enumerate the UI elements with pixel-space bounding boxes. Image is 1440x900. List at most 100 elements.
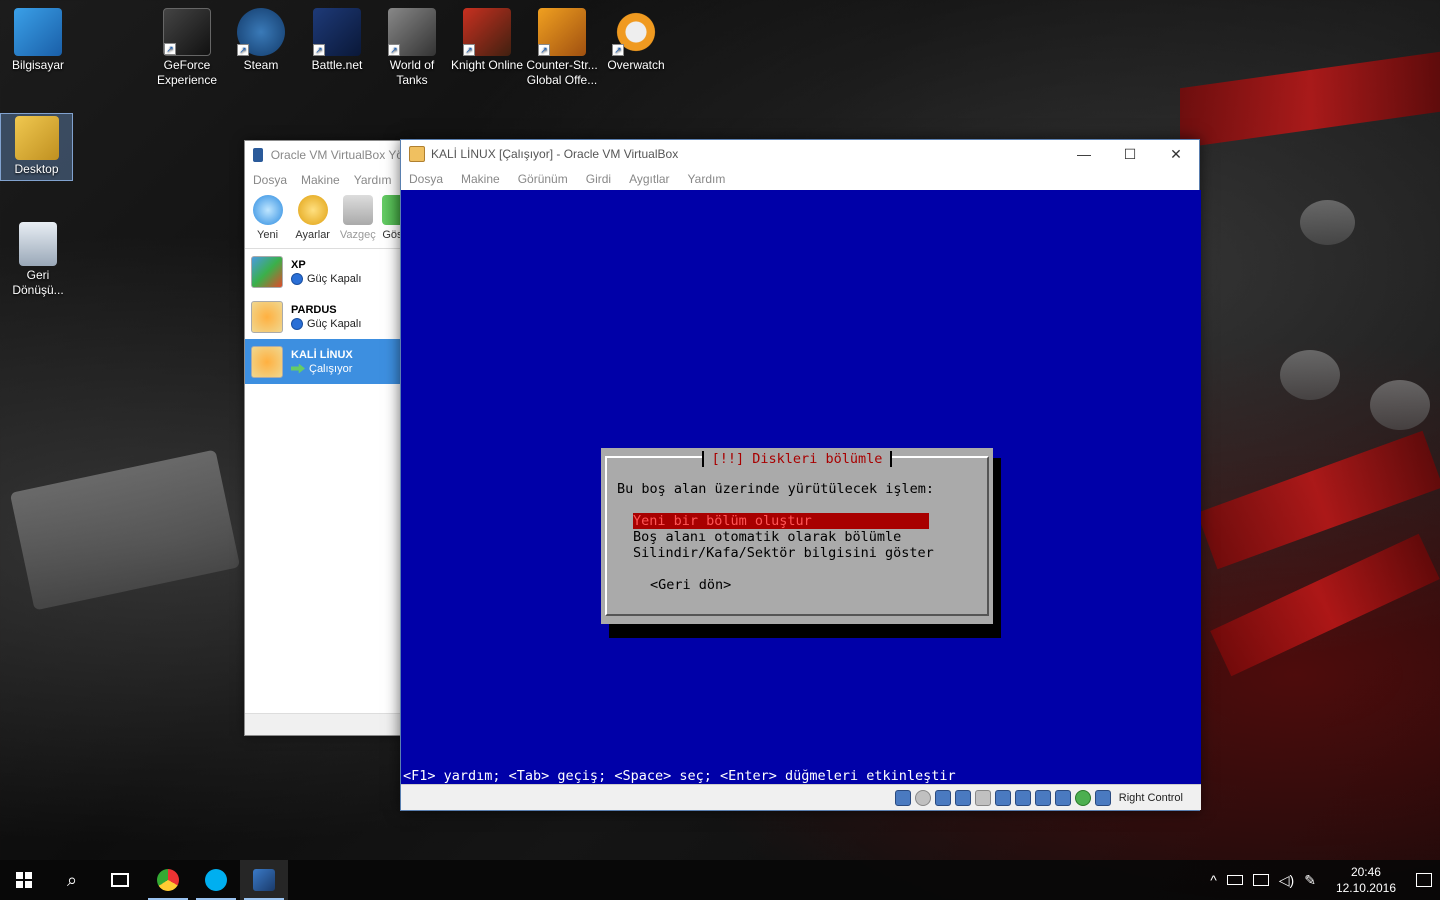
desktop-icon-label: Steam <box>243 58 279 72</box>
taskbar-chrome[interactable] <box>144 860 192 900</box>
menu-aygitlar[interactable]: Aygıtlar <box>629 172 669 186</box>
windows-logo-icon <box>16 872 32 888</box>
option-auto-partition[interactable]: Boş alanı otomatik olarak bölümle <box>633 529 929 545</box>
desktop-icon-label: GeForce Experience <box>156 58 218 87</box>
keyboard-capture-icon[interactable] <box>1094 789 1111 806</box>
desktop-icon-label: Bilgisayar <box>11 58 65 72</box>
hard-disk-icon[interactable] <box>894 789 911 806</box>
menu-girdi[interactable]: Girdi <box>586 172 611 186</box>
menu-makine[interactable]: Makine <box>461 172 500 186</box>
wallpaper-capacitor <box>1280 350 1340 400</box>
taskbar-skype[interactable] <box>192 860 240 900</box>
battlenet-icon: ↗ <box>313 8 361 56</box>
desktop-icon-desktop-folder[interactable]: Desktop <box>0 113 73 181</box>
volume-icon[interactable]: ◁) <box>1279 872 1294 889</box>
show-arrow-icon <box>382 195 402 225</box>
vm-state: Çalışıyor <box>309 362 353 375</box>
optical-drive-icon[interactable] <box>914 789 931 806</box>
desktop-icon-label: Overwatch <box>607 58 665 72</box>
start-button[interactable] <box>0 860 48 900</box>
go-back-button[interactable]: <Geri dön> <box>650 577 731 593</box>
chrome-icon <box>157 869 179 891</box>
usb-icon[interactable] <box>974 789 991 806</box>
minimize-button[interactable]: — <box>1061 140 1107 168</box>
search-button[interactable]: ⌕ <box>48 860 96 900</box>
steam-icon: ↗ <box>237 8 285 56</box>
show-hidden-icons-chevron-icon[interactable]: ^ <box>1210 872 1217 888</box>
discard-arrow-icon <box>342 195 373 225</box>
desktop-icon-world-of-tanks[interactable]: ↗ World of Tanks <box>374 8 450 88</box>
wallpaper-connector <box>9 449 241 611</box>
battery-icon[interactable] <box>1226 875 1243 885</box>
virtualbox-icon <box>253 148 263 162</box>
option-new-partition[interactable]: Yeni bir bölüm oluştur <box>633 513 929 529</box>
display-icon[interactable] <box>1014 789 1031 806</box>
wallpaper-capacitor <box>1300 200 1355 245</box>
maximize-button[interactable]: ☐ <box>1107 140 1153 168</box>
new-button[interactable]: Yeni <box>247 195 288 244</box>
menu-dosya[interactable]: Dosya <box>253 173 287 187</box>
new-icon <box>252 195 283 225</box>
vm-list-item-kali-linux[interactable]: KALİ LİNUX Çalışıyor <box>245 339 403 384</box>
desktop-icon-geforce[interactable]: ↗ GeForce Experience <box>149 8 225 88</box>
system-tray: ^ ◁) ✎ 20:46 12.10.2016 <box>1210 860 1440 900</box>
manager-titlebar[interactable]: Oracle VM VirtualBox Yö <box>245 141 403 169</box>
settings-button[interactable]: Ayarlar <box>292 195 333 244</box>
vm-screen[interactable]: [!!] Diskleri bölümle Bu boş alan üzerin… <box>401 190 1201 786</box>
menu-dosya[interactable]: Dosya <box>409 172 443 186</box>
menu-yardim[interactable]: Yardım <box>354 173 392 187</box>
desktop-icon-computer[interactable]: Bilgisayar <box>0 8 76 73</box>
mouse-integration-icon[interactable] <box>1074 789 1091 806</box>
counter-strike-icon: ↗ <box>538 8 586 56</box>
video-capture-icon[interactable] <box>1034 789 1051 806</box>
manager-menubar: Dosya Makine Yardım <box>245 169 403 191</box>
desktop-icon-steam[interactable]: ↗ Steam <box>223 8 299 73</box>
audio-icon[interactable] <box>934 789 951 806</box>
clock[interactable]: 20:46 12.10.2016 <box>1336 864 1396 896</box>
desktop-icon-counter-strike[interactable]: ↗ Counter-Str... Global Offe... <box>524 8 600 88</box>
show-button[interactable]: Gös <box>382 195 402 244</box>
world-of-tanks-icon: ↗ <box>388 8 436 56</box>
wallpaper-red-strip <box>1196 430 1440 570</box>
folder-icon <box>14 116 59 160</box>
network-icon[interactable] <box>1252 874 1269 886</box>
power-off-icon <box>291 317 303 330</box>
manager-statusbar <box>245 713 403 735</box>
partition-dialog: [!!] Diskleri bölümle Bu boş alan üzerin… <box>601 448 993 624</box>
taskbar-virtualbox[interactable] <box>240 860 288 900</box>
kali-vm-window[interactable]: KALİ LİNUX [Çalışıyor] - Oracle VM Virtu… <box>400 139 1201 811</box>
desktop-icon-recycle-bin[interactable]: Geri Dönüşü... <box>0 222 76 298</box>
close-button[interactable]: ✕ <box>1153 140 1199 168</box>
desktop-icon-knight-online[interactable]: ↗ Knight Online <box>449 8 525 73</box>
desktop-icon-overwatch[interactable]: ↗ Overwatch <box>598 8 674 73</box>
vm-titlebar[interactable]: KALİ LİNUX [Çalışıyor] - Oracle VM Virtu… <box>401 140 1199 168</box>
desktop-icon-battlenet[interactable]: ↗ Battle.net <box>299 8 375 73</box>
recycle-bin-icon <box>19 222 57 266</box>
desktop-icon-label: Knight Online <box>450 58 524 72</box>
show-label: Gös <box>382 229 402 241</box>
task-view-button[interactable] <box>96 860 144 900</box>
cpu-icon[interactable] <box>1054 789 1071 806</box>
menu-yardim[interactable]: Yardım <box>688 172 726 186</box>
vm-statusbar: Right Control <box>401 784 1201 810</box>
knight-online-icon: ↗ <box>463 8 511 56</box>
vm-list-item-xp[interactable]: XP Güç Kapalı <box>245 249 403 294</box>
menu-gorunum[interactable]: Görünüm <box>518 172 568 186</box>
vm-list-item-pardus[interactable]: PARDUS Güç Kapalı <box>245 294 403 339</box>
shared-folder-icon[interactable] <box>994 789 1011 806</box>
vm-name: PARDUS <box>291 303 337 316</box>
vm-state: Güç Kapalı <box>307 272 362 285</box>
desktop-icon-label: Battle.net <box>311 58 363 72</box>
network-icon[interactable] <box>954 789 971 806</box>
manager-toolbar: Yeni Ayarlar Vazgeç Gös <box>245 191 403 249</box>
settings-label: Ayarlar <box>295 229 330 241</box>
action-center-icon[interactable] <box>1416 873 1432 887</box>
discard-button[interactable]: Vazgeç <box>337 195 378 244</box>
dialog-title: [!!] Diskleri bölümle <box>701 451 893 467</box>
vm-name: XP <box>291 258 306 271</box>
pen-icon[interactable]: ✎ <box>1304 872 1316 889</box>
menu-makine[interactable]: Makine <box>301 173 340 187</box>
option-show-chs[interactable]: Silindir/Kafa/Sektör bilgisini göster <box>633 545 934 561</box>
virtualbox-manager-window[interactable]: Oracle VM VirtualBox Yö Dosya Makine Yar… <box>244 140 404 736</box>
task-view-icon <box>111 873 129 887</box>
